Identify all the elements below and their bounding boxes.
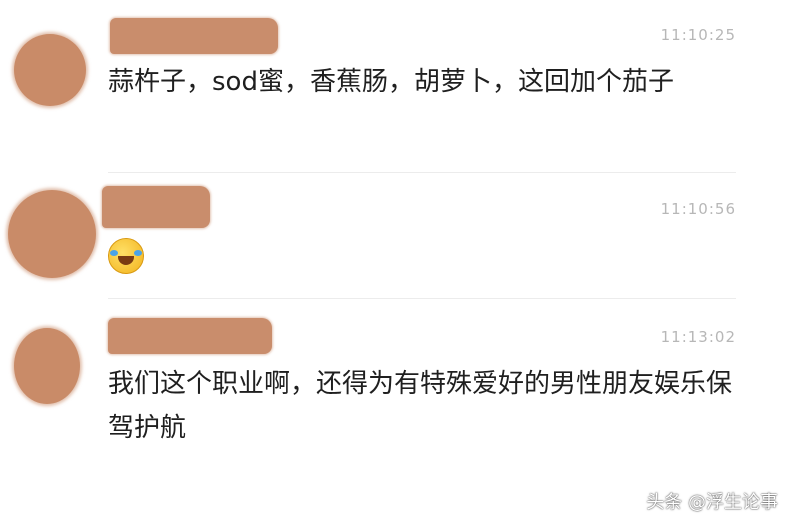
tear-icon [134,250,142,256]
message-text: 蒜杵子，sod蜜，香蕉肠，胡萝卜，这回加个茄子 [108,67,674,97]
sender-name-redacted [108,318,272,354]
avatar[interactable] [14,328,80,404]
avatar[interactable] [14,34,86,106]
chat-message: 11:10:25 蒜杵子，sod蜜，香蕉肠，胡萝卜，这回加个茄子 [0,0,792,172]
sender-name-redacted [102,186,210,228]
message-timestamp: 11:13:02 [660,328,736,346]
sender-name-redacted [110,18,278,54]
chat-message: 11:10:56 [0,172,792,300]
chat-window: 11:10:25 蒜杵子，sod蜜，香蕉肠，胡萝卜，这回加个茄子 11:10:5… [0,0,792,528]
chat-message: 11:13:02 我们这个职业啊，还得为有特殊爱好的男性朋友娱乐保驾护航 [0,298,792,498]
laughing-tears-emoji-icon [108,238,144,274]
mouth-shape [118,256,134,265]
avatar[interactable] [8,190,96,278]
watermark: 头条 @浮生论事 [646,492,778,513]
tear-icon [110,250,118,256]
message-timestamp: 11:10:56 [660,200,736,218]
message-text: 我们这个职业啊，还得为有特殊爱好的男性朋友娱乐保驾护航 [108,369,733,443]
message-timestamp: 11:10:25 [660,26,736,44]
